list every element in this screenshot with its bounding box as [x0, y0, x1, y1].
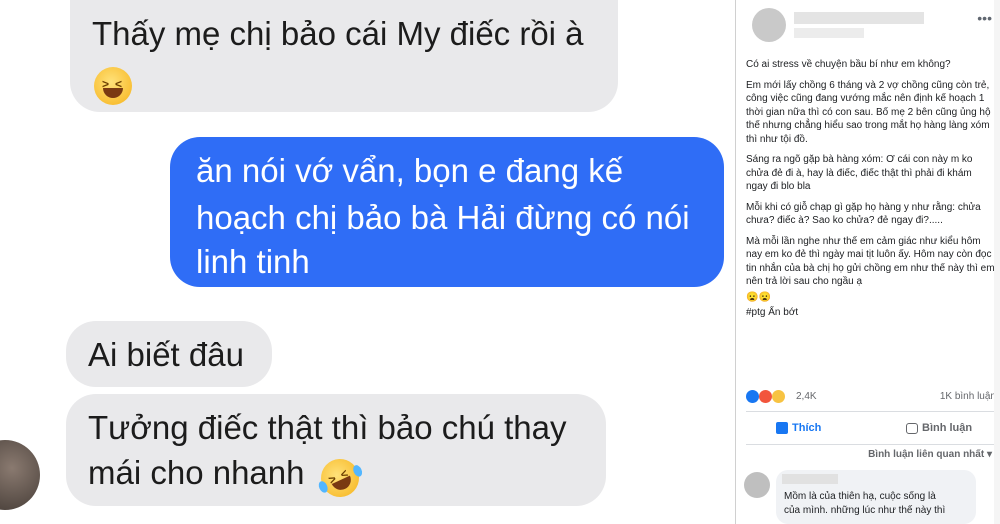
like-label: Thích: [792, 422, 822, 434]
message-text-line-3: linh tinh: [196, 243, 310, 280]
post-actions: Thích Bình luận: [746, 418, 996, 442]
comment-count[interactable]: 1K bình luận: [940, 391, 996, 402]
sender-avatar: [0, 440, 40, 510]
divider: [746, 444, 996, 445]
reaction-summary[interactable]: 2,4K 1K bình luận: [746, 389, 996, 405]
comment-label: Bình luận: [922, 422, 973, 434]
sort-label: Bình luận liên quan nhất: [868, 449, 985, 460]
sad-emoji-icon: 😦😦: [746, 291, 771, 303]
more-options-icon[interactable]: •••: [977, 10, 992, 26]
message-text-line-2: hoạch chị bảo bà Hải đừng có nói: [196, 199, 690, 236]
post-paragraph-2: Sáng ra ngõ gặp bà hàng xóm: Ơ cái con n…: [746, 154, 973, 192]
commenter-avatar[interactable]: [744, 472, 770, 498]
poster-avatar[interactable]: [752, 8, 786, 42]
chevron-down-icon: ▾: [986, 449, 992, 460]
comment-button[interactable]: Bình luận: [906, 422, 972, 434]
message-text-line-1: Tưởng điếc thật thì bảo chú thay: [88, 409, 567, 446]
message-bubble-incoming: Thấy mẹ chị bảo cái My điếc rồi à ><: [70, 0, 618, 112]
post-paragraph-4: Mà mỗi lần nghe như thế em cảm giác như …: [746, 235, 995, 288]
thumbs-up-icon: [776, 422, 788, 435]
post-intro: Có ai stress về chuyện bầu bí như em khô…: [746, 59, 951, 70]
divider: [746, 411, 996, 412]
message-text: Ai biết đâu: [88, 336, 244, 373]
message-text: Thấy mẹ chị bảo cái My điếc rồi à: [92, 15, 584, 52]
poster-name-redacted: [794, 12, 924, 24]
chat-screenshot: Thấy mẹ chị bảo cái My điếc rồi à >< ăn …: [0, 0, 735, 524]
like-button[interactable]: Thích: [776, 422, 822, 435]
post-paragraph-1: Em mới lấy chồng 6 tháng và 2 vợ chồng c…: [746, 79, 991, 145]
scrollbar[interactable]: [994, 0, 1000, 524]
haha-reaction-icon: [771, 390, 785, 403]
post-meta-redacted: [794, 28, 864, 38]
comment-text: Mồm là của thiên hạ, cuộc sống là của mì…: [784, 490, 974, 518]
message-text-line-2: mái cho nhanh: [88, 454, 305, 491]
facebook-post: ••• Có ai stress về chuyện bầu bí như em…: [736, 0, 1000, 524]
angry-reaction-icon: [758, 390, 772, 403]
message-bubble-incoming: Ai biết đâu: [66, 321, 272, 387]
post-paragraph-3: Mỗi khi có giỗ chạp gì gặp họ hàng y như…: [746, 201, 981, 227]
rolling-on-floor-laughing-face-icon: ><: [314, 453, 366, 504]
commenter-name-redacted: [782, 474, 838, 484]
post-hashtag[interactable]: #ptg Ẩn bớt: [746, 306, 996, 320]
comment-sort-dropdown[interactable]: Bình luận liên quan nhất ▾: [868, 449, 992, 460]
like-reaction-icon: [746, 390, 759, 403]
message-text-line-1: ăn nói vớ vẩn, bọn e đang kế: [196, 152, 624, 189]
comment-line-1: Mồm là của thiên hạ, cuộc sống là: [784, 491, 936, 502]
reaction-count: 2,4K: [796, 391, 817, 402]
comment-icon: [906, 422, 918, 434]
grinning-squinting-face-icon: ><: [94, 67, 132, 106]
comment-line-2: của mình. những lúc như thế này thì: [784, 505, 946, 516]
post-body: Có ai stress về chuyện bầu bí như em khô…: [746, 58, 996, 327]
message-bubble-outgoing: ăn nói vớ vẩn, bọn e đang kế hoạch chị b…: [170, 137, 724, 287]
message-bubble-incoming: Tưởng điếc thật thì bảo chú thay mái cho…: [66, 394, 606, 506]
